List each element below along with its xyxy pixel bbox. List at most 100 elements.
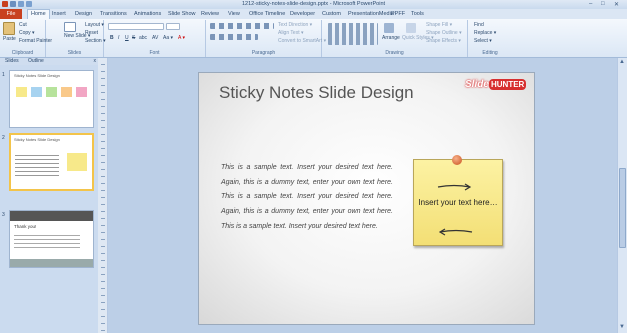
- layout-button[interactable]: Layout ▾: [85, 22, 104, 28]
- tab-ppff[interactable]: PPFF: [391, 10, 405, 18]
- ruler-tick: [101, 323, 105, 324]
- vertical-scrollbar[interactable]: ▲ ▼: [617, 58, 627, 333]
- vertical-ruler: [98, 58, 108, 333]
- text-direction-button[interactable]: Text Direction ▾: [278, 22, 312, 28]
- ruler-tick: [101, 176, 105, 177]
- ruler-tick: [101, 155, 105, 156]
- slidehunter-logo: Slide HUNTER: [465, 79, 531, 93]
- file-tab[interactable]: File: [0, 9, 22, 19]
- thumb-footer-bar: [10, 259, 93, 267]
- slide-thumbnail-2[interactable]: Sticky Notes Slide Design: [9, 133, 94, 191]
- select-button[interactable]: Select ▾: [474, 38, 492, 44]
- drawing-group: Arrange Quick Styles ▾ Shape Fill ▾ Shap…: [322, 20, 468, 57]
- new-slide-icon[interactable]: [64, 22, 76, 32]
- ruler-tick: [101, 169, 105, 170]
- tab-design[interactable]: Design: [75, 10, 92, 18]
- underline-button[interactable]: U: [125, 35, 129, 41]
- arrange-icon[interactable]: [384, 23, 394, 33]
- section-button[interactable]: Section ▾: [85, 38, 106, 44]
- ruler-tick: [101, 309, 105, 310]
- pushpin-icon: [452, 155, 462, 165]
- slides-group: New Slide ▾ Layout ▾ Reset Section ▾ Sli…: [46, 20, 106, 57]
- thumb-number: 2: [2, 135, 5, 141]
- paragraph-label: Paragraph: [251, 50, 276, 56]
- list-buttons-icon[interactable]: [210, 23, 274, 29]
- italic-button[interactable]: I: [118, 35, 119, 41]
- ruler-tick: [101, 64, 105, 65]
- ruler-tick: [101, 246, 105, 247]
- slide-title[interactable]: Sticky Notes Slide Design: [219, 83, 414, 103]
- reset-button[interactable]: Reset: [85, 30, 98, 36]
- ruler-tick: [101, 162, 105, 163]
- shapes-gallery[interactable]: [328, 23, 378, 45]
- tab-insert[interactable]: Insert: [52, 10, 66, 18]
- slide-thumbnail-1[interactable]: Sticky Notes Slide Design: [9, 70, 94, 128]
- tab-developer[interactable]: Developer: [290, 10, 315, 18]
- maximize-button[interactable]: □: [601, 1, 605, 7]
- ruler-tick: [101, 288, 105, 289]
- thumb-note: [16, 87, 27, 97]
- ruler-tick: [101, 211, 105, 212]
- logo-slide: Slide: [465, 79, 489, 90]
- tab-custom[interactable]: Custom: [322, 10, 341, 18]
- thumb-note: [31, 87, 42, 97]
- convert-smartart-button[interactable]: Convert to SmartArt ▾: [278, 38, 326, 44]
- tab-transitions[interactable]: Transitions: [100, 10, 127, 18]
- character-spacing-button[interactable]: AV: [152, 35, 158, 41]
- shape-fill-button[interactable]: Shape Fill ▾: [426, 22, 452, 28]
- clipboard-group: Paste Cut Copy ▾ Format Painter Clipboar…: [0, 20, 52, 57]
- change-case-button[interactable]: Aa ▾: [163, 35, 173, 41]
- slide-canvas[interactable]: Sticky Notes Slide Design Slide HUNTER T…: [198, 72, 535, 325]
- arrange-button[interactable]: Arrange: [382, 35, 400, 41]
- ruler-tick: [101, 71, 105, 72]
- slide-body-text[interactable]: This is a sample text. Insert your desir…: [221, 161, 393, 235]
- tab-slide-show[interactable]: Slide Show: [168, 10, 196, 18]
- editing-label: Editing: [482, 50, 498, 56]
- drawing-label: Drawing: [385, 50, 404, 56]
- alignment-buttons-icon[interactable]: [210, 34, 258, 40]
- cut-button[interactable]: Cut: [19, 22, 27, 28]
- find-button[interactable]: Find: [474, 22, 484, 28]
- paste-icon[interactable]: [3, 22, 15, 35]
- quick-styles-icon[interactable]: [406, 23, 416, 33]
- thumb-title: Sticky Notes Slide Design: [14, 73, 60, 78]
- align-text-button[interactable]: Align Text ▾: [278, 30, 304, 36]
- ruler-tick: [101, 85, 105, 86]
- font-color-button[interactable]: A ▾: [178, 35, 185, 41]
- shape-outline-button[interactable]: Shape Outline ▾: [426, 30, 462, 36]
- sticky-note-text[interactable]: Insert your text here…: [414, 198, 502, 209]
- tab-tools[interactable]: Tools: [411, 10, 424, 18]
- minimize-button[interactable]: –: [589, 1, 592, 7]
- replace-button[interactable]: Replace ▾: [474, 30, 496, 36]
- paste-button[interactable]: Paste: [3, 36, 16, 42]
- shape-effects-button[interactable]: Shape Effects ▾: [426, 38, 461, 44]
- tab-presentationmedia[interactable]: PresentationMedia: [348, 10, 394, 18]
- close-button[interactable]: ✕: [614, 1, 619, 8]
- scroll-up-icon[interactable]: ▲: [619, 59, 625, 65]
- tab-view[interactable]: View: [228, 10, 240, 18]
- thumb-body-lines: [15, 155, 59, 177]
- thumb-title: Thank you!: [14, 224, 37, 229]
- copy-button[interactable]: Copy ▾: [19, 30, 35, 36]
- slide-thumbnail-3[interactable]: Thank you!: [9, 210, 94, 268]
- ruler-tick: [101, 232, 105, 233]
- text-shadow-button[interactable]: abc: [139, 35, 147, 41]
- tab-slides[interactable]: Slides: [5, 58, 19, 65]
- tab-office-timeline[interactable]: Office Timeline: [249, 10, 285, 18]
- tab-home[interactable]: Home: [27, 9, 50, 19]
- tab-review[interactable]: Review: [201, 10, 219, 18]
- ruler-tick: [101, 218, 105, 219]
- thumb-note: [76, 87, 87, 97]
- font-size-box[interactable]: [166, 23, 180, 30]
- sticky-note[interactable]: Insert your text here…: [413, 155, 503, 246]
- arrow-right-icon: [437, 183, 472, 191]
- ruler-tick: [101, 141, 105, 142]
- strikethrough-button[interactable]: S: [132, 35, 135, 41]
- tab-outline[interactable]: Outline: [28, 58, 44, 65]
- font-name-box[interactable]: [108, 23, 164, 30]
- scroll-down-icon[interactable]: ▼: [619, 324, 625, 330]
- scrollbar-thumb[interactable]: [619, 168, 626, 248]
- tab-animations[interactable]: Animations: [134, 10, 161, 18]
- close-pane-icon[interactable]: x: [94, 58, 97, 65]
- bold-button[interactable]: B: [110, 35, 114, 41]
